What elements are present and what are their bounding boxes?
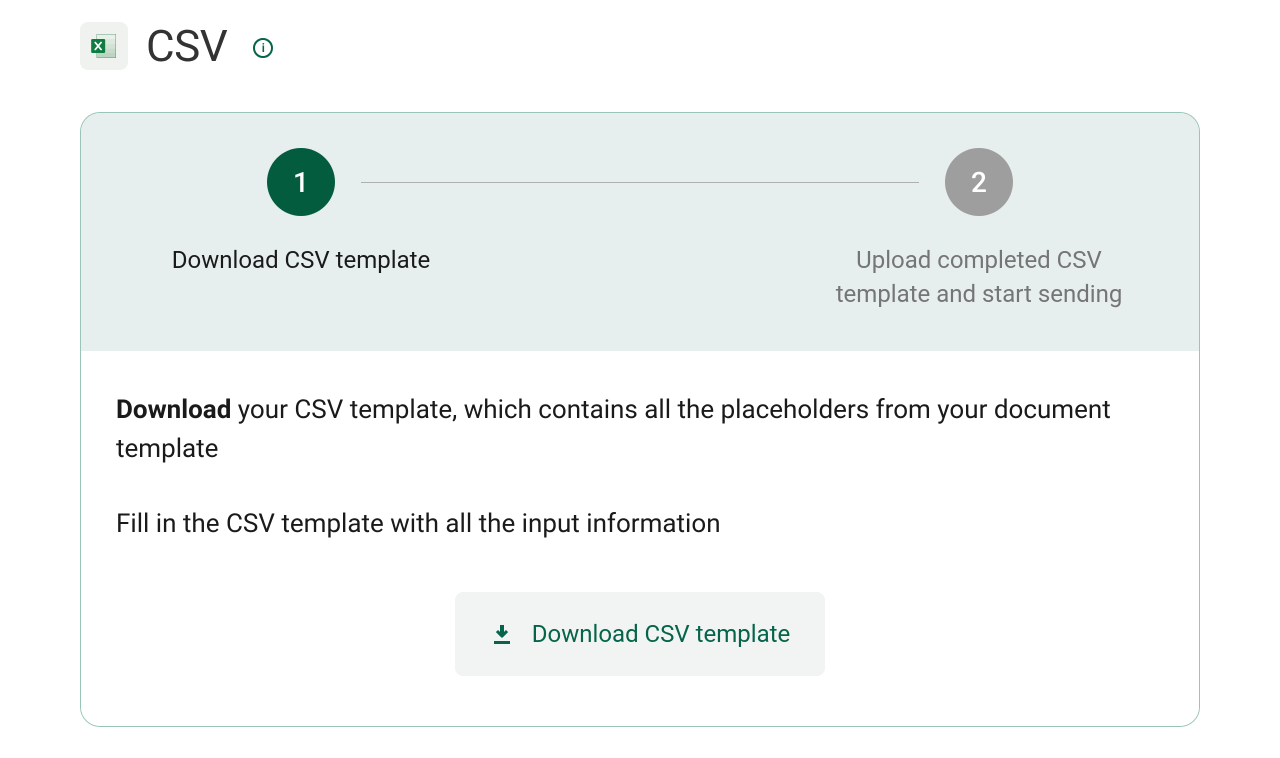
step-1-circle: 1 [267,148,335,216]
step-2: 2 Upload completed CSV template and star… [819,148,1139,311]
step-1: 1 Download CSV template [141,148,461,278]
download-button-label: Download CSV template [532,620,790,648]
page-header: CSV i [0,20,1280,112]
stepper: 1 Download CSV template 2 Upload complet… [81,113,1199,351]
instruction-1: Download your CSV template, which contai… [116,391,1164,469]
instruction-1-rest: your CSV template, which contains all th… [116,395,1111,464]
page-title: CSV [146,20,227,72]
download-csv-button[interactable]: Download CSV template [455,592,825,676]
instruction-1-bold: Download [116,395,231,425]
download-icon [490,622,514,646]
excel-icon [80,22,128,70]
content-section: Download your CSV template, which contai… [81,351,1199,726]
step-1-label: Download CSV template [172,244,430,278]
wizard-card: 1 Download CSV template 2 Upload complet… [80,112,1200,727]
step-2-label: Upload completed CSV template and start … [829,244,1129,311]
instruction-2: Fill in the CSV template with all the in… [116,505,1164,544]
step-2-circle: 2 [945,148,1013,216]
info-icon[interactable]: i [253,38,273,58]
